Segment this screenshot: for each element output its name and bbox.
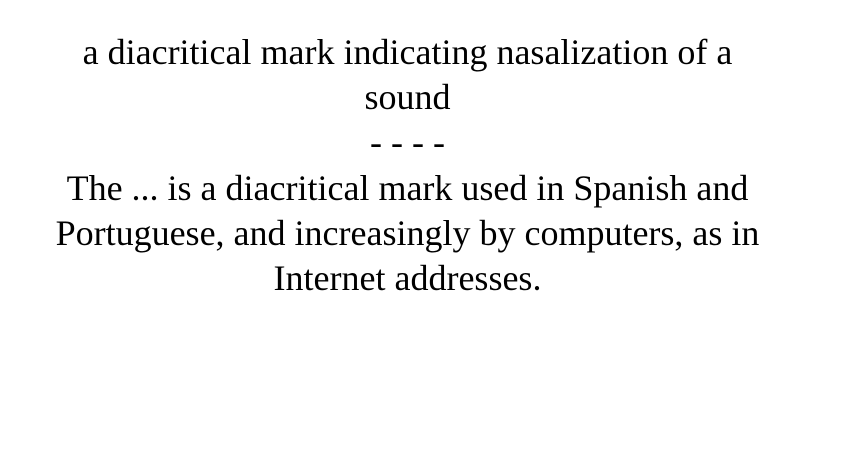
separator-text: - - - - — [370, 122, 445, 162]
definition-text: a diacritical mark indicating nasalizati… — [82, 32, 733, 117]
flashcard: a diacritical mark indicating nasalizati… — [0, 0, 850, 475]
clue-text: The ... is a diacritical mark used in Sp… — [55, 168, 760, 298]
